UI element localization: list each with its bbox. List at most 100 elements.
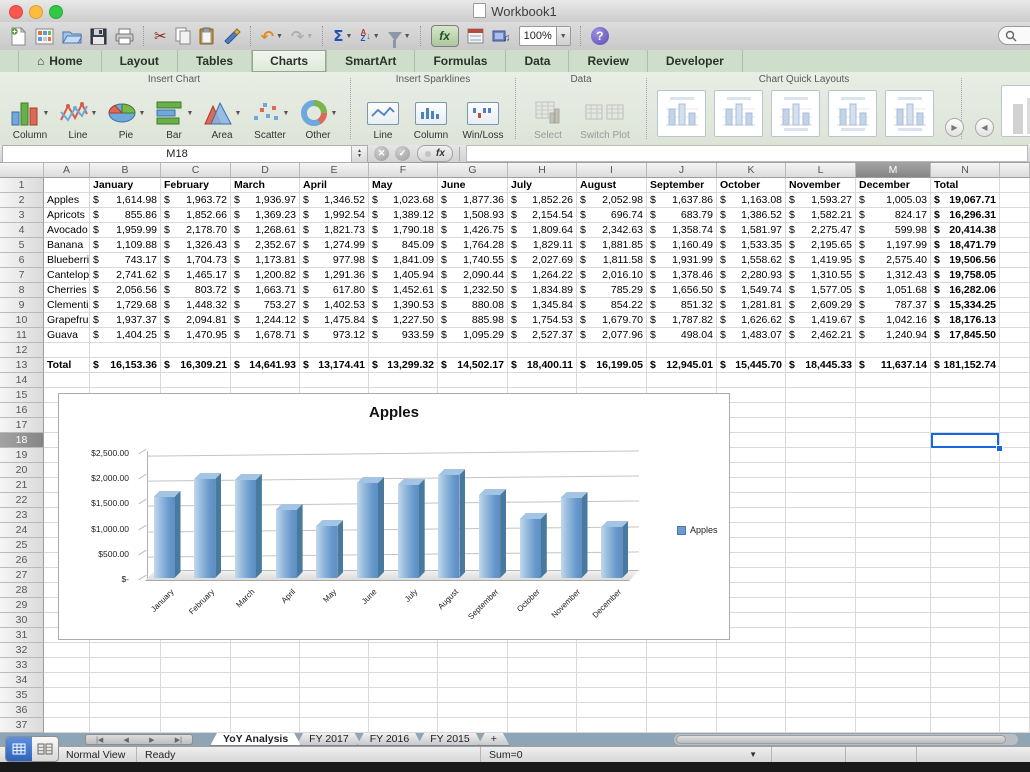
cell-M2[interactable]: $1,005.03 (856, 193, 931, 208)
first-sheet-arrow[interactable]: |◀ (96, 736, 103, 744)
cell-F7[interactable]: $1,405.94 (369, 268, 438, 283)
cell-L20[interactable] (786, 463, 856, 478)
row-header-17[interactable]: 17 (0, 418, 44, 433)
cell-partial19[interactable] (1000, 448, 1030, 463)
row-header-9[interactable]: 9 (0, 298, 44, 313)
cell-E35[interactable] (300, 688, 369, 703)
row-header-35[interactable]: 35 (0, 688, 44, 703)
cell-C2[interactable]: $1,963.72 (161, 193, 231, 208)
cell-H4[interactable]: $1,809.64 (508, 223, 577, 238)
cell-D9[interactable]: $753.27 (231, 298, 300, 313)
cell-I3[interactable]: $696.74 (577, 208, 647, 223)
name-box-stepper[interactable]: ▲▼ (352, 145, 368, 163)
cell-J13[interactable]: $12,945.01 (647, 358, 717, 373)
cell-K32[interactable] (717, 643, 786, 658)
cell-L19[interactable] (786, 448, 856, 463)
cell-K9[interactable]: $1,281.81 (717, 298, 786, 313)
cell-N26[interactable] (931, 553, 1000, 568)
cell-H14[interactable] (508, 373, 577, 388)
select-all-corner[interactable] (0, 163, 44, 178)
cell-M35[interactable] (856, 688, 931, 703)
cell-M20[interactable] (856, 463, 931, 478)
cell-J12[interactable] (647, 343, 717, 358)
cell-partial7[interactable] (1000, 268, 1030, 283)
cell-N9[interactable]: $15,334.25 (931, 298, 1000, 313)
row-header-10[interactable]: 10 (0, 313, 44, 328)
cell-A37[interactable] (44, 718, 90, 733)
row-header-26[interactable]: 26 (0, 553, 44, 568)
row-header-20[interactable]: 20 (0, 463, 44, 478)
cell-H9[interactable]: $1,345.84 (508, 298, 577, 313)
cell-A5[interactable]: Banana (44, 238, 90, 253)
chart-style-thumbnail[interactable] (1001, 85, 1030, 137)
cell-E13[interactable]: $13,174.41 (300, 358, 369, 373)
row-header-4[interactable]: 4 (0, 223, 44, 238)
cell-N20[interactable] (931, 463, 1000, 478)
cell-partial14[interactable] (1000, 373, 1030, 388)
cell-G6[interactable]: $1,740.55 (438, 253, 508, 268)
row-header-23[interactable]: 23 (0, 508, 44, 523)
cell-C36[interactable] (161, 703, 231, 718)
cell-partial8[interactable] (1000, 283, 1030, 298)
formula-input[interactable] (466, 145, 1028, 162)
cell-E37[interactable] (300, 718, 369, 733)
sparkline-column-button[interactable]: Column (409, 98, 453, 141)
cell-M10[interactable]: $1,042.16 (856, 313, 931, 328)
cell-C5[interactable]: $1,326.43 (161, 238, 231, 253)
cell-B14[interactable] (90, 373, 161, 388)
insert-function-control[interactable]: fx (417, 145, 453, 162)
cell-K13[interactable]: $15,445.70 (717, 358, 786, 373)
cell-H12[interactable] (508, 343, 577, 358)
cell-N3[interactable]: $16,296.31 (931, 208, 1000, 223)
cell-M25[interactable] (856, 538, 931, 553)
cell-C4[interactable]: $2,178.70 (161, 223, 231, 238)
cell-M19[interactable] (856, 448, 931, 463)
sheet-tab-fy-2017[interactable]: FY 2017 (296, 733, 362, 746)
cell-F13[interactable]: $13,299.32 (369, 358, 438, 373)
cell-D34[interactable] (231, 673, 300, 688)
search-input[interactable] (998, 26, 1030, 45)
cell-K2[interactable]: $1,163.08 (717, 193, 786, 208)
cell-N16[interactable] (931, 403, 1000, 418)
cell-partial22[interactable] (1000, 493, 1030, 508)
cell-I6[interactable]: $1,811.58 (577, 253, 647, 268)
quick-layout-4[interactable] (828, 90, 877, 137)
cell-G13[interactable]: $14,502.17 (438, 358, 508, 373)
cell-J1[interactable]: September (647, 178, 717, 193)
cell-M32[interactable] (856, 643, 931, 658)
cell-A34[interactable] (44, 673, 90, 688)
cell-A33[interactable] (44, 658, 90, 673)
row-header-31[interactable]: 31 (0, 628, 44, 643)
cell-J37[interactable] (647, 718, 717, 733)
cell-D33[interactable] (231, 658, 300, 673)
column-header-partial[interactable] (1000, 163, 1030, 178)
cell-I14[interactable] (577, 373, 647, 388)
cell-B35[interactable] (90, 688, 161, 703)
cell-M23[interactable] (856, 508, 931, 523)
cell-N1[interactable]: Total (931, 178, 1000, 193)
cell-G33[interactable] (438, 658, 508, 673)
cell-I2[interactable]: $2,052.98 (577, 193, 647, 208)
row-header-15[interactable]: 15 (0, 388, 44, 403)
cell-M33[interactable] (856, 658, 931, 673)
column-header-L[interactable]: L (786, 163, 856, 178)
cell-H10[interactable]: $1,754.53 (508, 313, 577, 328)
cell-N23[interactable] (931, 508, 1000, 523)
cell-N30[interactable] (931, 613, 1000, 628)
cell-L32[interactable] (786, 643, 856, 658)
cell-L18[interactable] (786, 433, 856, 448)
sort-button[interactable]: AZ↓▼ (356, 24, 383, 48)
cell-B34[interactable] (90, 673, 161, 688)
cell-J10[interactable]: $1,787.82 (647, 313, 717, 328)
cell-partial35[interactable] (1000, 688, 1030, 703)
row-header-7[interactable]: 7 (0, 268, 44, 283)
row-header-36[interactable]: 36 (0, 703, 44, 718)
cell-D6[interactable]: $1,173.81 (231, 253, 300, 268)
cell-E7[interactable]: $1,291.36 (300, 268, 369, 283)
cell-partial20[interactable] (1000, 463, 1030, 478)
cell-D35[interactable] (231, 688, 300, 703)
row-header-8[interactable]: 8 (0, 283, 44, 298)
cell-N28[interactable] (931, 583, 1000, 598)
cell-G32[interactable] (438, 643, 508, 658)
cell-C7[interactable]: $1,465.17 (161, 268, 231, 283)
